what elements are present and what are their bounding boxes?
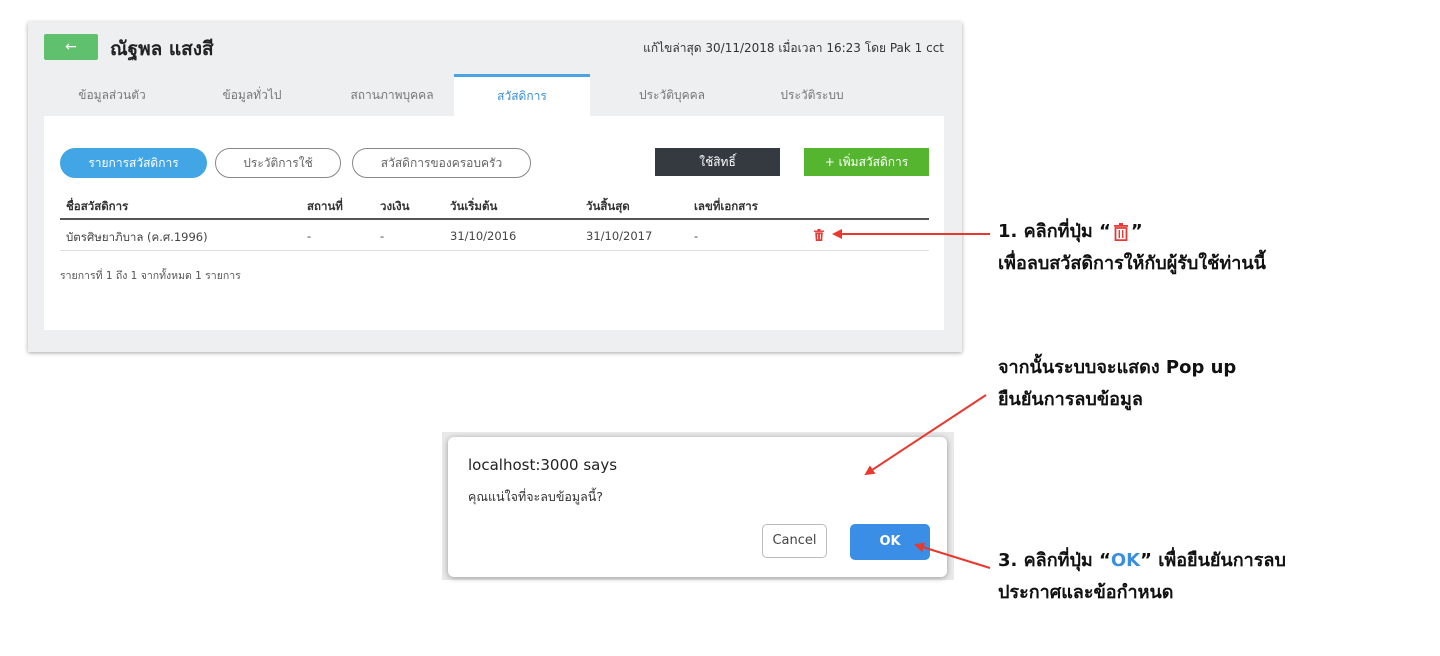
arrow-to-dialog [864,394,987,476]
annotation-arrows [832,229,991,569]
arrow-to-ok [914,542,991,569]
